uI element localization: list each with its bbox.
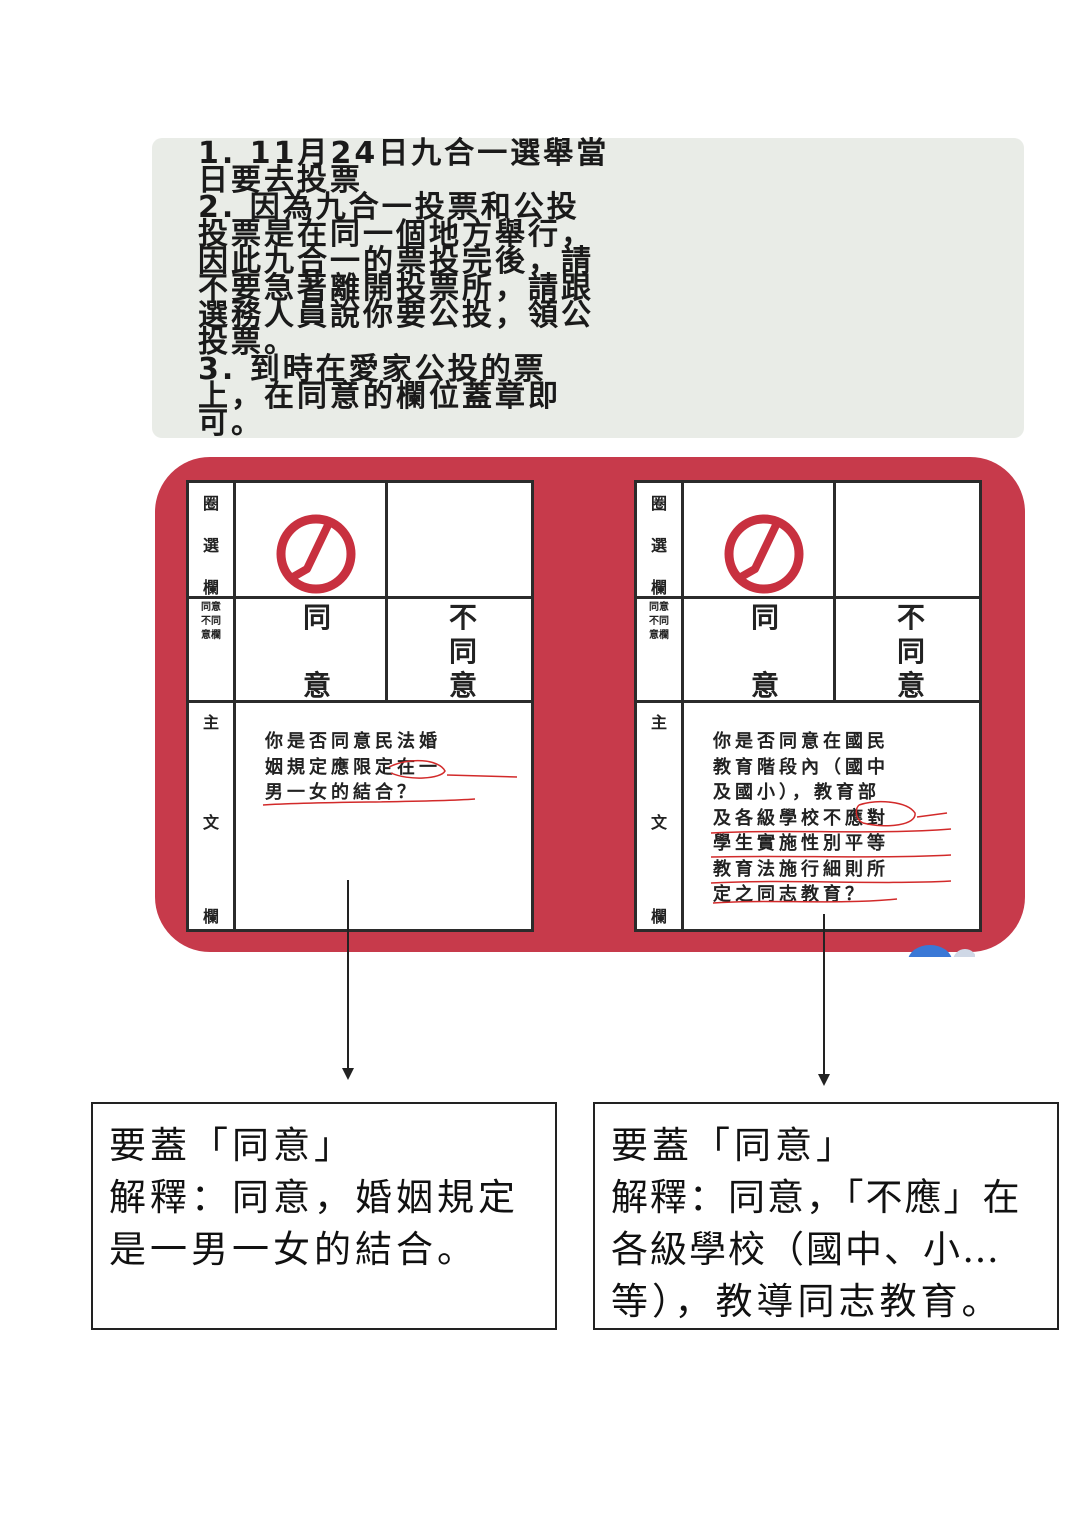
side-label-stamp: 圈 選 欄: [202, 494, 219, 597]
handwritten-underline: [262, 759, 518, 806]
explanation-line: 解釋：同意，婚姻規定: [109, 1176, 519, 1219]
grid-line: [385, 483, 388, 702]
side-label-main-2: 文: [202, 813, 219, 832]
explanation-line: 各級學校（國中、小…: [611, 1228, 1001, 1271]
explanation-line: 要蓋「同意」: [611, 1124, 857, 1167]
side-label-vote: 同意不同意欄: [649, 602, 669, 641]
explanation-box-right: 要蓋「同意」 解釋：同意，「不應」在 各級學校（國中、小… 等），教導同志教育。: [593, 1102, 1059, 1330]
ballot-left: 圈 選 欄 同意不同意欄 主 文 欄 同 意 不 同 意 你是否同意民法婚 姻規…: [186, 480, 534, 932]
handwritten-underline: [710, 800, 952, 904]
side-label-main-1: 主: [650, 713, 667, 732]
instructions-panel: 1. 11月24日九合一選舉當 日要去投票 2. 因為九合一投票和公投 投票是在…: [152, 138, 1024, 441]
instruction-line: 選務人員說你要公投，領公: [198, 298, 594, 333]
instruction-line: 可。: [198, 406, 264, 441]
explanation-line: 要蓋「同意」: [109, 1124, 355, 1167]
side-label-main-3: 欄: [650, 907, 667, 926]
arrow-down-icon: [818, 914, 830, 1086]
explanation-line: 是一男一女的結合。: [109, 1228, 478, 1271]
grid-line: [681, 483, 684, 929]
ballot-right: 圈 選 欄 同意不同意欄 主 文 欄 同 意 不 同 意 你是否同意在國民 教育…: [634, 480, 982, 932]
vote-stamp-icon: [276, 514, 356, 594]
option-agree: 同 意: [750, 601, 779, 702]
side-label-main-1: 主: [202, 713, 219, 732]
arrow-down-icon: [342, 880, 354, 1080]
option-agree: 同 意: [302, 601, 331, 702]
grid-line: [833, 483, 836, 702]
side-label-main-2: 文: [650, 813, 667, 832]
explanation-line: 解釋：同意，「不應」在: [611, 1176, 1022, 1219]
instruction-line: 上，在同意的欄位蓋章即: [198, 379, 561, 414]
option-disagree: 不 同 意: [896, 601, 925, 702]
explanation-box-left: 要蓋「同意」 解釋：同意，婚姻規定 是一男一女的結合。: [91, 1102, 557, 1330]
corner-badge-icon: [908, 945, 975, 957]
option-disagree: 不 同 意: [448, 601, 477, 702]
grid-line: [233, 483, 236, 929]
side-label-vote: 同意不同意欄: [201, 602, 221, 641]
side-label-main-3: 欄: [202, 907, 219, 926]
explanation-line: 等），教導同志教育。: [611, 1280, 1003, 1323]
vote-stamp-icon: [724, 514, 804, 594]
side-label-stamp: 圈 選 欄: [650, 494, 667, 597]
